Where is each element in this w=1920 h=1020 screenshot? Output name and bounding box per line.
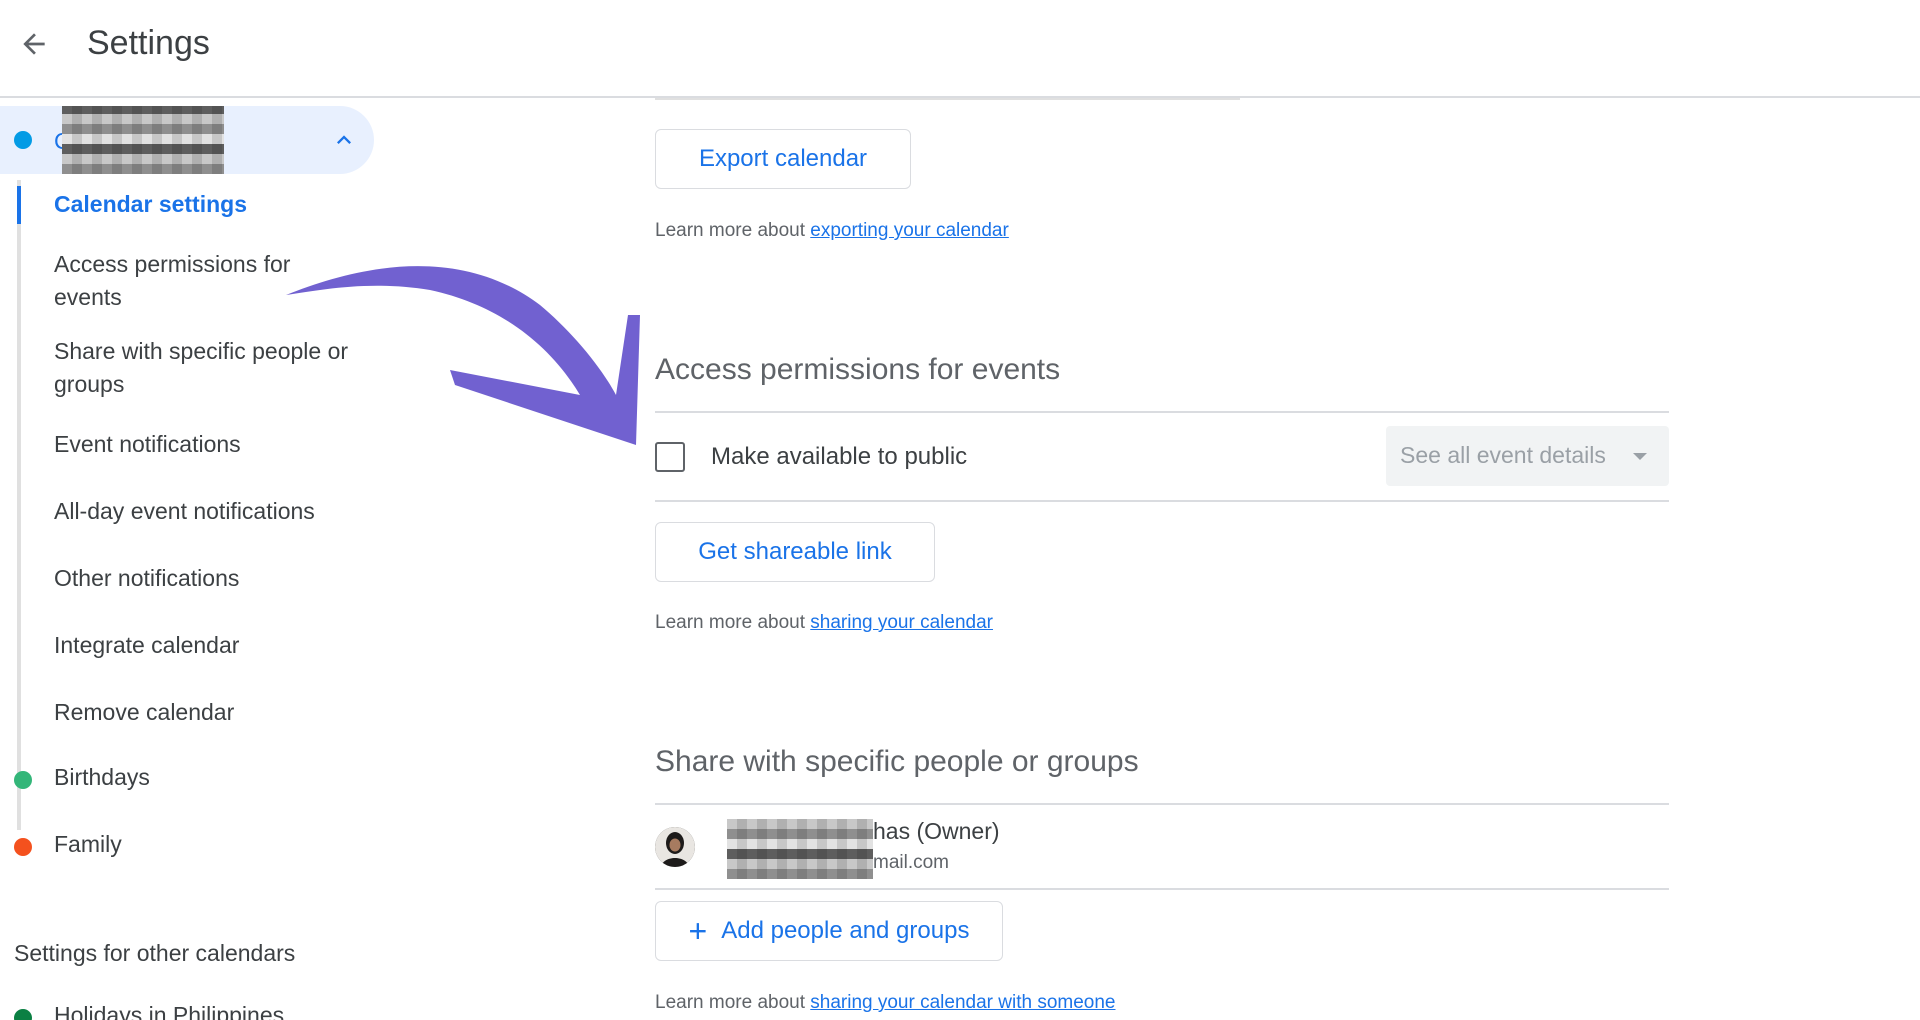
calendar-item-holidays[interactable]: Holidays in Philippines — [0, 998, 360, 1020]
page-title: Settings — [87, 24, 210, 62]
calendar-label: Birthdays — [54, 764, 150, 790]
nav-integrate-calendar[interactable]: Integrate calendar — [54, 629, 354, 662]
get-shareable-link-button[interactable]: Get shareable link — [655, 522, 935, 582]
row-divider — [655, 888, 1669, 890]
learn-more-prefix: Learn more about — [655, 612, 811, 633]
top-divider — [655, 98, 1240, 100]
back-button[interactable] — [10, 20, 58, 68]
calendar-item-family[interactable]: Family — [0, 827, 360, 867]
dropdown-caret-icon — [1633, 453, 1647, 460]
chevron-up-icon[interactable] — [330, 126, 358, 154]
sub-nav-rail — [17, 180, 21, 830]
sub-nav-active-indicator — [17, 186, 21, 224]
owner-email: mail.com — [873, 852, 950, 873]
export-calendar-button[interactable]: Export calendar — [655, 129, 911, 189]
access-permissions-title: Access permissions for events — [655, 353, 1061, 386]
section-divider — [655, 803, 1669, 805]
add-people-label: Add people and groups — [721, 917, 970, 944]
annotation-arrow-icon — [286, 266, 640, 445]
row-divider — [655, 500, 1669, 502]
arrow-back-icon — [23, 33, 45, 55]
calendar-item-birthdays[interactable]: Birthdays — [0, 760, 360, 800]
settings-sidebar: C s Calendar settings Access permissions… — [0, 100, 380, 1020]
calendar-label: Family — [54, 831, 122, 857]
learn-more-prefix: Learn more about — [655, 992, 811, 1013]
nav-all-day-notifications[interactable]: All-day event notifications — [54, 495, 354, 528]
person-avatar-icon — [655, 827, 695, 867]
nav-other-notifications[interactable]: Other notifications — [54, 562, 354, 595]
sharing-calendar-link[interactable]: sharing your calendar — [810, 612, 993, 633]
export-learn-more: Learn more about exporting your calendar — [655, 220, 1009, 242]
nav-calendar-settings[interactable]: Calendar settings — [54, 188, 354, 221]
owner-name: has (Owner) — [873, 818, 1000, 844]
section-divider — [655, 411, 1669, 413]
learn-more-prefix: Learn more about — [655, 220, 811, 241]
select-value: See all event details — [1400, 442, 1606, 468]
public-visibility-select[interactable]: See all event details — [1386, 426, 1669, 486]
calendar-label: Holidays in Philippines — [54, 1002, 285, 1020]
calendar-color-dot — [14, 838, 32, 856]
other-calendars-heading: Settings for other calendars — [14, 940, 296, 966]
calendar-color-dot — [14, 131, 32, 149]
make-public-checkbox[interactable] — [655, 442, 685, 472]
share-specific-title: Share with specific people or groups — [655, 745, 1139, 778]
sharing-with-someone-link[interactable]: sharing your calendar with someone — [810, 992, 1115, 1013]
add-people-button[interactable]: + Add people and groups — [655, 901, 1003, 961]
exporting-calendar-link[interactable]: exporting your calendar — [810, 220, 1009, 241]
owner-avatar — [655, 827, 695, 867]
add-icon: + — [688, 913, 708, 949]
nav-remove-calendar[interactable]: Remove calendar — [54, 696, 354, 729]
my-calendar-header[interactable]: C s — [0, 106, 374, 174]
share-learn-more: Learn more about sharing your calendar — [655, 612, 993, 634]
calendar-settings-content: Export calendar Learn more about exporti… — [655, 98, 1675, 1020]
make-public-label: Make available to public — [711, 443, 968, 470]
redacted-owner-info — [727, 819, 873, 879]
calendar-color-dot — [14, 771, 32, 789]
someone-learn-more: Learn more about sharing your calendar w… — [655, 992, 1116, 1014]
redacted-calendar-name — [62, 106, 224, 174]
top-app-bar: Settings — [0, 0, 1920, 98]
calendar-color-dot — [14, 1009, 32, 1020]
